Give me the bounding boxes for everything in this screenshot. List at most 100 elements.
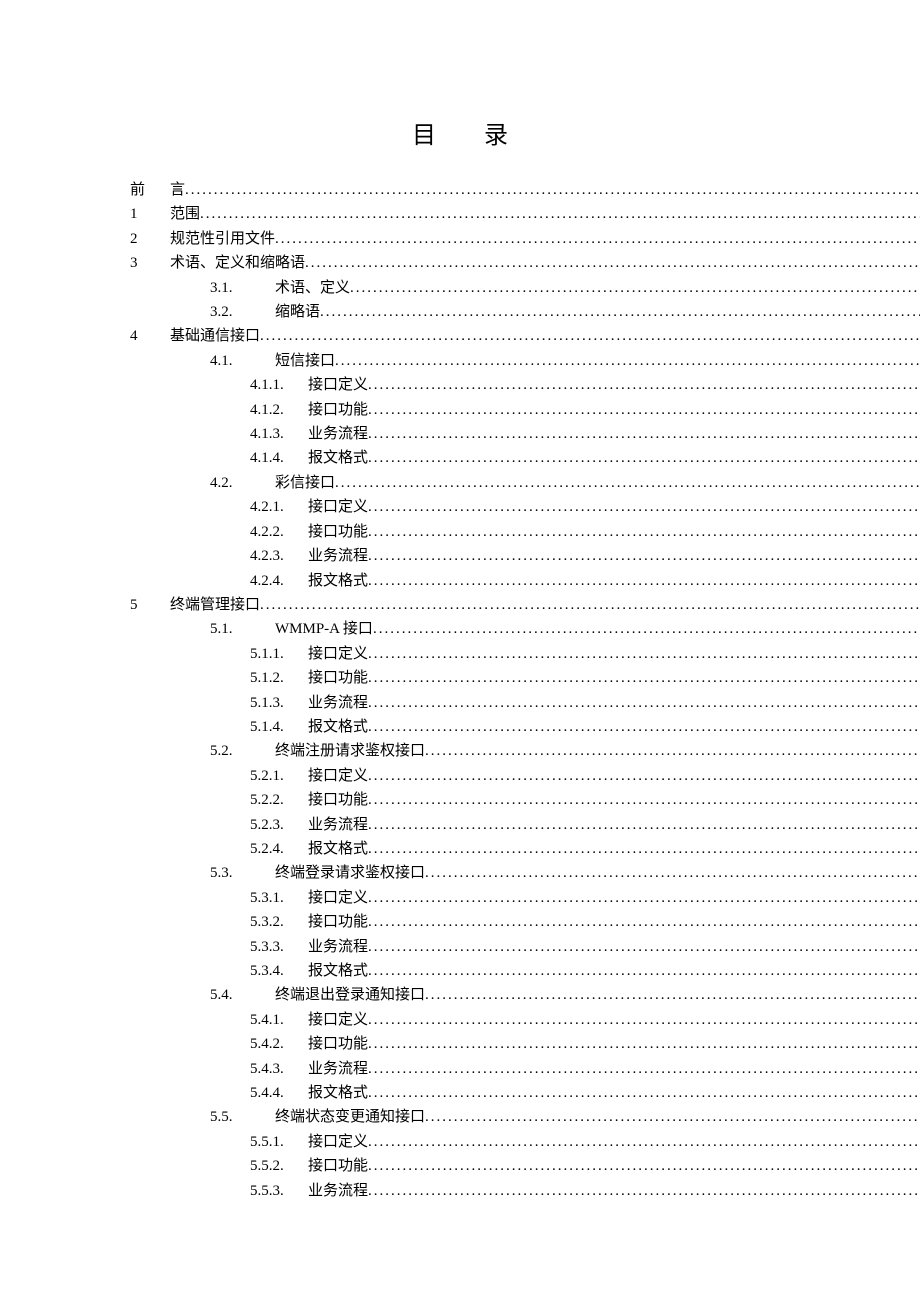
toc-entry: 3术语、定义和缩略语2 — [130, 251, 790, 275]
toc-entry-title: 接口功能 — [308, 1154, 368, 1178]
toc-entry-title: 缩略语 — [275, 300, 320, 324]
toc-entry-title: 业务流程 — [308, 691, 368, 715]
toc-entry-title: 业务流程 — [308, 1057, 368, 1081]
toc-entry-title: 接口定义 — [308, 764, 368, 788]
toc-entry-title: 接口定义 — [308, 1130, 368, 1154]
toc-section-num: 5.4.4. — [250, 1081, 308, 1105]
toc-entry: 5.5.1.接口定义19 — [130, 1130, 790, 1154]
toc-entry: 4.1.3.业务流程4 — [130, 422, 790, 446]
toc-section-num: 5.4.3. — [250, 1057, 308, 1081]
toc-chapter-num: 1 — [130, 202, 170, 226]
toc-section-num: 5.1.2. — [250, 666, 308, 690]
toc-section-num: 5.2.4. — [250, 837, 308, 861]
toc-entry-title: 终端登录请求鉴权接口 — [275, 861, 425, 885]
toc-leader-dots — [305, 251, 920, 275]
toc-leader-dots — [335, 471, 920, 495]
toc-entry-title: 报文格式 — [308, 569, 368, 593]
toc-entry-title: 终端注册请求鉴权接口 — [275, 739, 425, 763]
toc-entry: 5.1.2.接口功能8 — [130, 666, 790, 690]
toc-entry-title: 业务流程 — [308, 544, 368, 568]
toc-entry-title: 基础通信接口 — [170, 324, 260, 348]
toc-entry: 4.2.彩信接口6 — [130, 471, 790, 495]
toc-entry-title: 接口定义 — [308, 373, 368, 397]
toc-leader-dots — [368, 373, 920, 397]
toc-leader-dots — [425, 983, 920, 1007]
toc-leader-dots — [368, 495, 920, 519]
toc-entry: 4.2.4.报文格式7 — [130, 569, 790, 593]
toc-entry: 3.2.缩略语3 — [130, 300, 790, 324]
toc-section-num: 5.5. — [210, 1105, 275, 1129]
toc-entry: 5.4.终端退出登录通知接口17 — [130, 983, 790, 1007]
toc-section-num: 5.4.2. — [250, 1032, 308, 1056]
toc-title: 目录 — [130, 115, 790, 150]
toc-leader-dots — [368, 1057, 920, 1081]
toc-entry: 5.5.3.业务流程20 — [130, 1179, 790, 1203]
toc-entry: 5.1.3.业务流程8 — [130, 691, 790, 715]
toc-entry: 5.4.1.接口定义17 — [130, 1008, 790, 1032]
document-page: 目录 前言IV1范围12规范性引用文件13术语、定义和缩略语23.1.术语、定义… — [0, 0, 920, 1303]
toc-leader-dots — [373, 617, 920, 641]
toc-leader-dots — [335, 349, 920, 373]
toc-leader-dots — [368, 569, 920, 593]
toc-leader-dots — [368, 398, 920, 422]
toc-entry: 5.3.3.业务流程14 — [130, 935, 790, 959]
toc-entry-title: 业务流程 — [308, 935, 368, 959]
toc-section-num: 5.5.2. — [250, 1154, 308, 1178]
toc-section-num: 4.1.3. — [250, 422, 308, 446]
toc-section-num: 5.1. — [210, 617, 275, 641]
toc-entry: 4.1.2.接口功能4 — [130, 398, 790, 422]
toc-section-num: 5.3.3. — [250, 935, 308, 959]
toc-leader-dots — [368, 813, 920, 837]
toc-section-num: 5.2.3. — [250, 813, 308, 837]
toc-entry: 4.2.3.业务流程6 — [130, 544, 790, 568]
toc-entry-title: 报文格式 — [308, 715, 368, 739]
toc-section-num: 5.5.1. — [250, 1130, 308, 1154]
toc-section-num: 4.1.4. — [250, 446, 308, 470]
toc-section-num: 4.2.3. — [250, 544, 308, 568]
toc-leader-dots — [368, 446, 920, 470]
toc-section-num: 5.1.1. — [250, 642, 308, 666]
toc-entry: 5.5.终端状态变更通知接口19 — [130, 1105, 790, 1129]
toc-leader-dots — [368, 910, 920, 934]
toc-leader-dots — [368, 1179, 920, 1203]
toc-entry-title: 短信接口 — [275, 349, 335, 373]
toc-section-num: 5.2. — [210, 739, 275, 763]
toc-entry: 5.2.终端注册请求鉴权接口10 — [130, 739, 790, 763]
toc-entry-title: 业务流程 — [308, 422, 368, 446]
toc-leader-dots — [368, 691, 920, 715]
toc-leader-dots — [350, 276, 920, 300]
toc-chapter-num: 4 — [130, 324, 170, 348]
toc-entry-title: 接口功能 — [308, 1032, 368, 1056]
toc-section-num: 3.2. — [210, 300, 275, 324]
toc-entry-title: 接口定义 — [308, 642, 368, 666]
toc-entry: 4.2.2.接口功能6 — [130, 520, 790, 544]
toc-section-num: 5.4. — [210, 983, 275, 1007]
toc-leader-dots — [320, 300, 920, 324]
toc-chapter-num: 5 — [130, 593, 170, 617]
toc-entry: 5.2.2.接口功能10 — [130, 788, 790, 812]
toc-section-num: 4.1.1. — [250, 373, 308, 397]
toc-section-num: 4.2.2. — [250, 520, 308, 544]
toc-entry: 4.1.短信接口4 — [130, 349, 790, 373]
toc-leader-dots — [368, 666, 920, 690]
toc-section-num: 5.4.1. — [250, 1008, 308, 1032]
toc-entry-title: 术语、定义 — [275, 276, 350, 300]
toc-section-num: 3.1. — [210, 276, 275, 300]
toc-leader-dots — [425, 739, 920, 763]
toc-entry: 4.2.1.接口定义6 — [130, 495, 790, 519]
toc-entry: 1范围1 — [130, 202, 790, 226]
toc-entry: 4.1.1.接口定义4 — [130, 373, 790, 397]
toc-leader-dots — [368, 886, 920, 910]
toc-entry-title: 业务流程 — [308, 1179, 368, 1203]
toc-leader-dots — [368, 642, 920, 666]
toc-section-num: 4.1.2. — [250, 398, 308, 422]
toc-leader-dots — [260, 324, 920, 348]
toc-entry: 5.3.1.接口定义14 — [130, 886, 790, 910]
toc-section-num: 5.1.4. — [250, 715, 308, 739]
toc-entry: 5.1.4.报文格式9 — [130, 715, 790, 739]
toc-leader-dots — [368, 544, 920, 568]
toc-entry: 5.4.2.接口功能17 — [130, 1032, 790, 1056]
toc-entry-title: 终端退出登录通知接口 — [275, 983, 425, 1007]
toc-leader-dots — [368, 520, 920, 544]
toc-entry-title: 接口定义 — [308, 1008, 368, 1032]
